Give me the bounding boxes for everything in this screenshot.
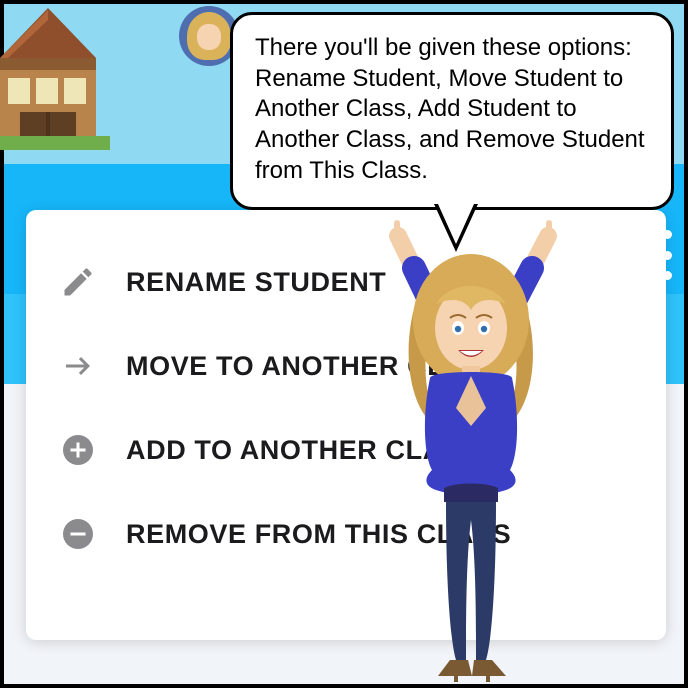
town-building-decoration [0,0,120,150]
speech-bubble: There you'll be given these options: Ren… [230,12,674,210]
menu-item-label: RENAME STUDENT [126,267,386,298]
plus-circle-icon [58,430,98,470]
more-options-icon[interactable] [658,230,676,280]
speech-bubble-text: There you'll be given these options: Ren… [255,34,645,184]
arrow-right-icon [58,346,98,386]
tutorial-frame: There you'll be given these options: Ren… [0,0,688,688]
pencil-icon [58,262,98,302]
guide-character [360,220,580,684]
minus-circle-icon [58,514,98,554]
